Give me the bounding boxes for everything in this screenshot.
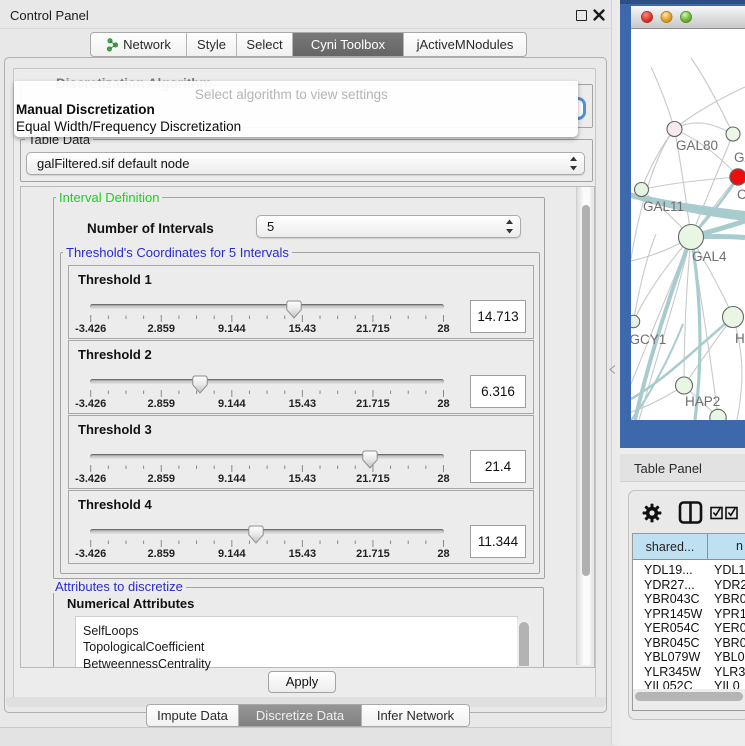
svg-text:GAL1: GAL1 [734, 150, 745, 165]
svg-text:GAL80: GAL80 [676, 138, 718, 153]
svg-text:HAP2: HAP2 [685, 394, 720, 409]
svg-text:GAL11: GAL11 [643, 199, 684, 214]
svg-text:GAL4: GAL4 [692, 249, 727, 264]
svg-text:HA: HA [735, 331, 745, 346]
svg-text:CY: CY [737, 187, 745, 202]
svg-text:GCY1: GCY1 [631, 332, 666, 347]
